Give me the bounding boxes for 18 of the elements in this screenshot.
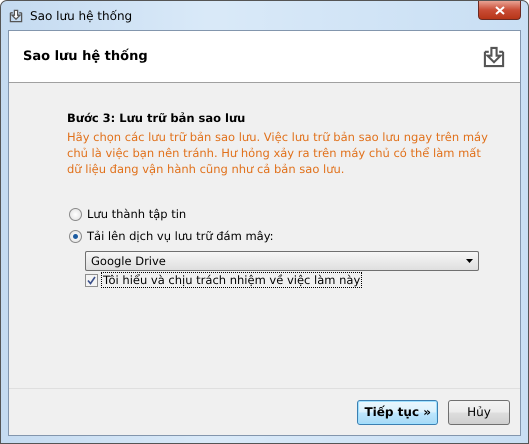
consent-label: Tôi hiểu và chịu trách nhiệm về việc làm này bbox=[101, 272, 362, 288]
continue-button[interactable]: Tiếp tục » bbox=[357, 400, 438, 424]
header-title: Sao lưu hệ thống bbox=[23, 49, 148, 64]
close-icon bbox=[494, 6, 504, 14]
checkmark-icon bbox=[87, 276, 96, 284]
option-label: Lưu thành tập tin bbox=[87, 207, 186, 221]
radio-button[interactable] bbox=[69, 208, 82, 220]
step-description: Hãy chọn các lưu trữ bản sao lưu. Việc lưu trữ bản sao lưu ngay trên máy chủ là việc bạn nên tránh. Hư hỏng xảy ra trên máy chủ có thể làm mất dữ liệu đang vận hành cũng như cả bản sao lưu. bbox=[67, 129, 489, 177]
dropdown-arrow-icon bbox=[466, 259, 473, 263]
consent-checkbox[interactable] bbox=[85, 274, 98, 286]
option-label: Tải lên dịch vụ lưu trữ đám mây: bbox=[87, 229, 274, 243]
backup-icon bbox=[8, 8, 24, 24]
radio-button[interactable] bbox=[69, 230, 82, 242]
cancel-button[interactable]: Hủy bbox=[448, 400, 510, 424]
close-button[interactable] bbox=[478, 1, 521, 20]
step-title: Bước 3: Lưu trữ bản sao lưu bbox=[67, 111, 246, 125]
window-title: Sao lưu hệ thống bbox=[30, 8, 134, 22]
cloud-service-dropdown[interactable]: Google Drive bbox=[85, 251, 479, 271]
